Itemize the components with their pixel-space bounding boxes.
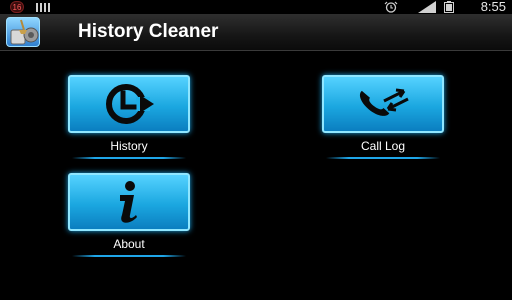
history-icon	[106, 84, 154, 124]
call-log-icon	[359, 88, 409, 116]
app-titlebar: History Cleaner	[0, 14, 512, 51]
about-underline	[72, 255, 186, 257]
call-log-button[interactable]	[322, 75, 444, 133]
history-underline	[72, 157, 186, 159]
alarm-icon	[384, 1, 398, 13]
call-log-label: Call Log	[360, 139, 406, 153]
status-time: 8:55	[480, 0, 506, 14]
status-bar: 16 8:55	[0, 0, 512, 14]
call-log-underline	[326, 157, 440, 159]
storage-bars-icon	[36, 3, 50, 12]
app-logo-icon	[6, 17, 40, 47]
battery-icon	[444, 1, 454, 13]
info-icon	[120, 181, 137, 223]
signal-icon	[418, 1, 436, 13]
call-log-tile[interactable]: Call Log	[320, 75, 446, 163]
history-button[interactable]	[68, 75, 190, 133]
about-label: About	[113, 237, 145, 251]
notification-badge: 16	[10, 1, 24, 13]
history-label: History	[110, 139, 148, 153]
history-tile[interactable]: History	[66, 75, 192, 163]
about-button[interactable]	[68, 173, 190, 231]
about-tile[interactable]: About	[66, 173, 192, 261]
app-title: History Cleaner	[78, 21, 219, 42]
